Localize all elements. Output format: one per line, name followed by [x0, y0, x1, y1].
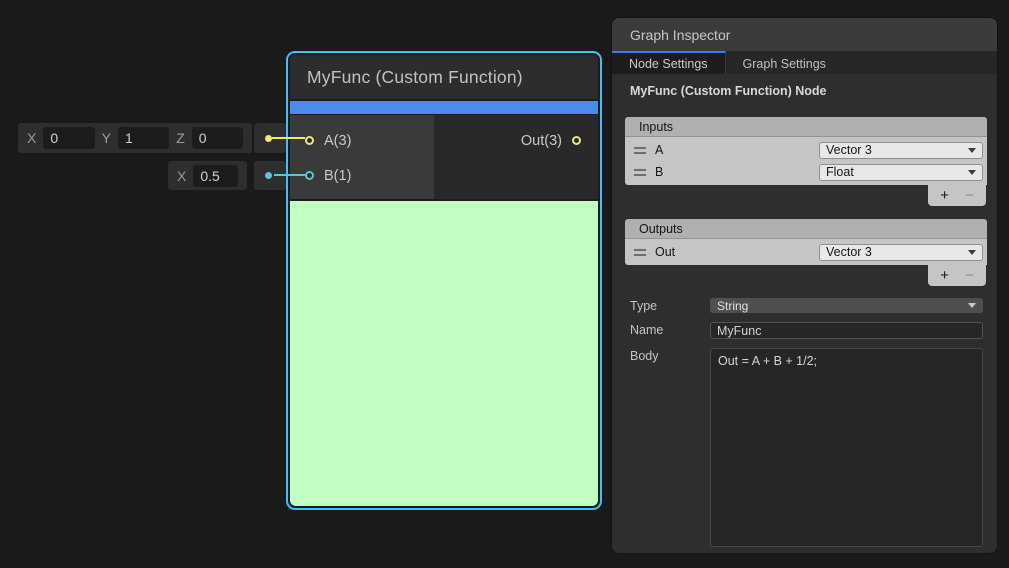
list-item[interactable]: A Vector 3 — [625, 139, 987, 161]
add-output-button[interactable]: + — [940, 267, 949, 284]
type-label: Type — [630, 298, 710, 313]
z-value-field[interactable]: 0 — [192, 127, 243, 149]
type-dropdown[interactable]: String — [710, 298, 983, 313]
drag-handle-icon[interactable] — [634, 147, 646, 154]
float-value-widget: X 0.5 — [168, 161, 247, 190]
inputs-list-header: Inputs — [625, 117, 987, 137]
chevron-down-icon — [968, 148, 976, 153]
port-b-label: B(1) — [324, 168, 351, 184]
inputs-list: Inputs A Vector 3 B Float — [625, 117, 987, 206]
vector3-output-port-icon[interactable] — [265, 135, 272, 142]
outputs-list: Outputs Out Vector 3 + − — [625, 219, 987, 286]
node-accent-bar — [290, 101, 598, 114]
input-b-type-value: Float — [826, 165, 854, 179]
y-axis-label: Y — [102, 130, 111, 146]
input-port-row: A(3) — [290, 123, 434, 158]
body-label: Body — [630, 348, 710, 363]
input-a-name: A — [655, 143, 663, 157]
node-port-section: A(3) B(1) Out(3) — [290, 115, 598, 199]
outputs-list-footer: + − — [928, 265, 986, 286]
input-b-type-dropdown[interactable]: Float — [819, 164, 983, 181]
remove-output-button[interactable]: − — [965, 267, 974, 284]
node-title: MyFunc (Custom Function) — [290, 55, 598, 99]
inputs-list-rows: A Vector 3 B Float — [625, 137, 987, 185]
node-preview-area — [290, 201, 598, 506]
y-value-field[interactable]: 1 — [118, 127, 169, 149]
node-output-ports: Out(3) — [434, 115, 598, 199]
x-value-field[interactable]: 0 — [43, 127, 94, 149]
inspector-heading: MyFunc (Custom Function) Node — [630, 84, 997, 98]
custom-function-node[interactable]: MyFunc (Custom Function) A(3) B(1) Out(3… — [286, 51, 602, 510]
graph-inspector-panel: Graph Inspector Node Settings Graph Sett… — [612, 18, 997, 553]
list-item[interactable]: B Float — [625, 161, 987, 183]
edge-float-to-b[interactable] — [274, 174, 307, 176]
input-b-name: B — [655, 165, 663, 179]
node-settings-form: Type String Name Body Out = A + B + 1/2; — [612, 298, 997, 547]
outputs-list-rows: Out Vector 3 — [625, 239, 987, 265]
inputs-list-footer: + − — [928, 185, 986, 206]
outputs-list-header: Outputs — [625, 219, 987, 239]
input-a-type-dropdown[interactable]: Vector 3 — [819, 142, 983, 159]
type-value: String — [717, 299, 748, 313]
input-port-row: B(1) — [290, 158, 434, 193]
chevron-down-icon — [968, 303, 976, 308]
output-port-row: Out(3) — [434, 123, 598, 158]
port-a-icon[interactable] — [305, 136, 314, 145]
inspector-tab-bar: Node Settings Graph Settings — [612, 51, 997, 74]
z-axis-label: Z — [176, 130, 185, 146]
node-input-ports: A(3) B(1) — [290, 115, 434, 199]
output-out-type-dropdown[interactable]: Vector 3 — [819, 244, 983, 261]
float-value-field[interactable]: 0.5 — [193, 165, 238, 187]
inspector-title: Graph Inspector — [612, 18, 997, 51]
list-item[interactable]: Out Vector 3 — [625, 241, 987, 263]
shader-graph-canvas[interactable]: X 0 Y 1 Z 0 X 0.5 MyFunc (Custom Functio… — [0, 0, 1009, 568]
body-field[interactable]: Out = A + B + 1/2; — [710, 348, 983, 547]
name-label: Name — [630, 322, 710, 337]
port-a-label: A(3) — [324, 133, 351, 149]
drag-handle-icon[interactable] — [634, 249, 646, 256]
port-out-icon[interactable] — [572, 136, 581, 145]
x-axis-label: X — [177, 168, 186, 184]
vector3-value-widget: X 0 Y 1 Z 0 — [18, 123, 252, 153]
input-a-type-value: Vector 3 — [826, 143, 872, 157]
output-out-type-value: Vector 3 — [826, 245, 872, 259]
add-input-button[interactable]: + — [940, 187, 949, 204]
output-out-name: Out — [655, 245, 675, 259]
edge-vector3-to-a[interactable] — [272, 137, 305, 139]
tab-graph-settings[interactable]: Graph Settings — [726, 51, 843, 74]
name-field[interactable] — [710, 322, 983, 339]
tab-node-settings[interactable]: Node Settings — [612, 51, 726, 74]
port-out-label: Out(3) — [521, 133, 562, 149]
x-axis-label: X — [27, 130, 36, 146]
chevron-down-icon — [968, 250, 976, 255]
drag-handle-icon[interactable] — [634, 169, 646, 176]
float-output-port-icon[interactable] — [265, 172, 272, 179]
remove-input-button[interactable]: − — [965, 187, 974, 204]
chevron-down-icon — [968, 170, 976, 175]
